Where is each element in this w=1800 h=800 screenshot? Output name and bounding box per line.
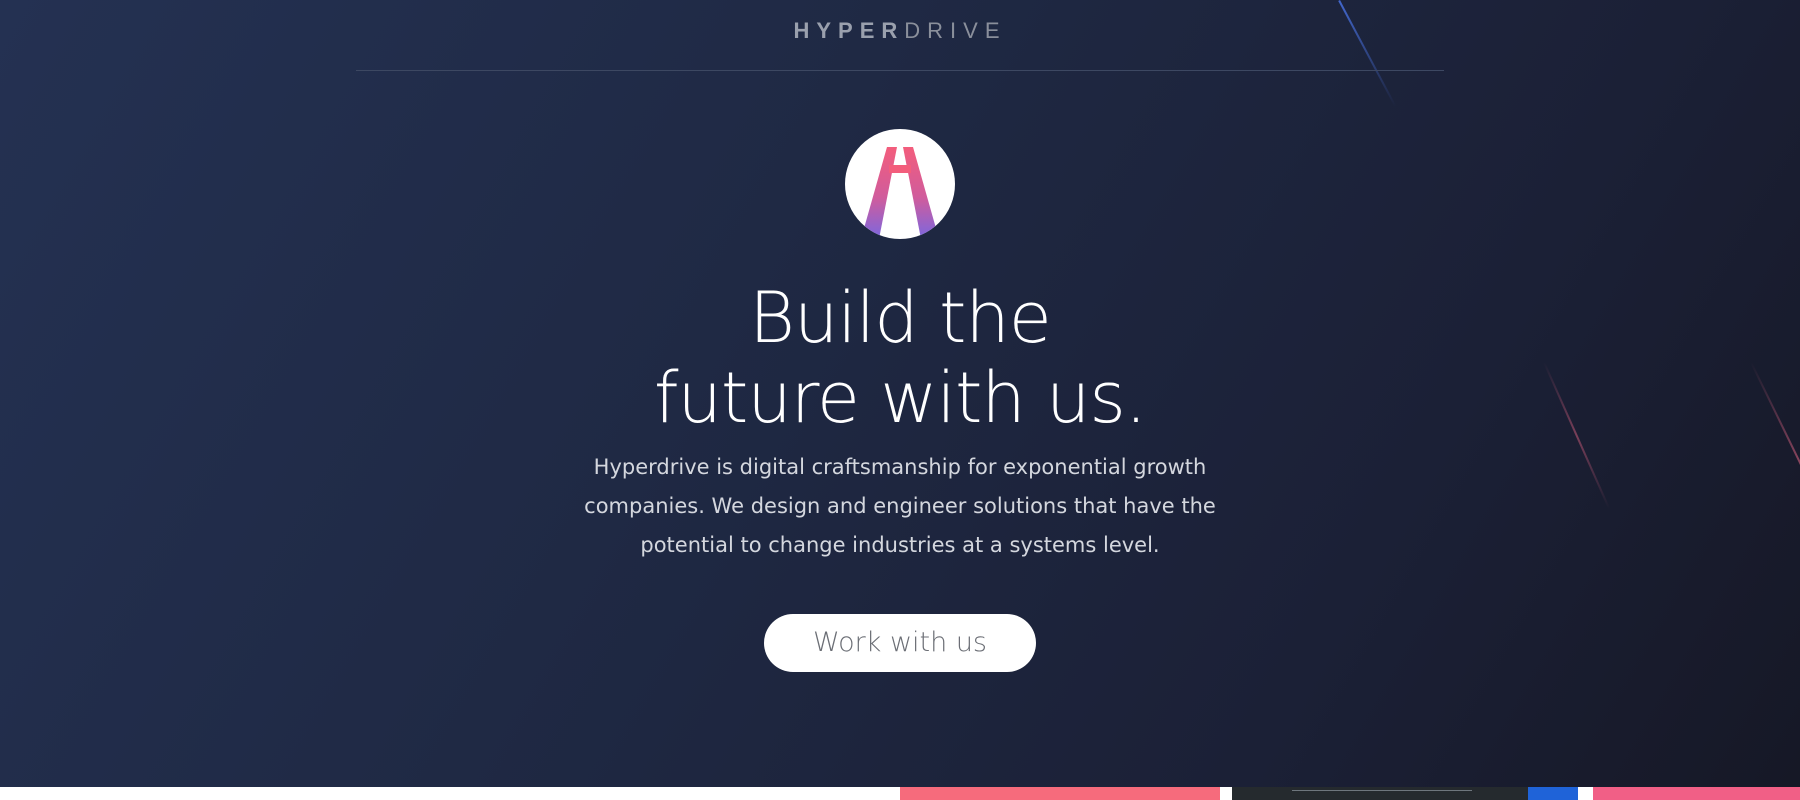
hero-description-line: potential to change industries at a syst… [640,533,1160,557]
portfolio-preview-strip [0,787,1800,800]
hero-section: HYPERDRIVE Build the future with us. Hyp… [0,0,1800,787]
portfolio-preview-tile[interactable] [900,787,1220,800]
portfolio-preview-tile[interactable] [1528,787,1578,800]
header-divider [356,70,1444,71]
hero-description: Hyperdrive is digital craftsmanship for … [560,448,1240,565]
hero-description-line: companies. We design and engineer soluti… [584,494,1216,518]
work-with-us-button[interactable]: Work with us [764,614,1036,672]
hero-description-line: Hyperdrive is digital craftsmanship for … [593,455,1207,479]
brand-wordmark-bold: HYPER [793,18,905,43]
portfolio-preview-tile[interactable] [1593,787,1800,800]
portfolio-preview-tile[interactable] [1232,787,1528,800]
hero-headline: Build the future with us. [0,278,1800,438]
hero-headline-line: future with us. [653,357,1147,439]
brand-wordmark[interactable]: HYPERDRIVE [0,18,1800,44]
brand-wordmark-light: DRIVE [904,18,1007,43]
decorative-light-streak [1338,0,1397,107]
hyperdrive-h-logo-icon [845,129,955,239]
hero-headline-line: Build the [749,277,1052,359]
